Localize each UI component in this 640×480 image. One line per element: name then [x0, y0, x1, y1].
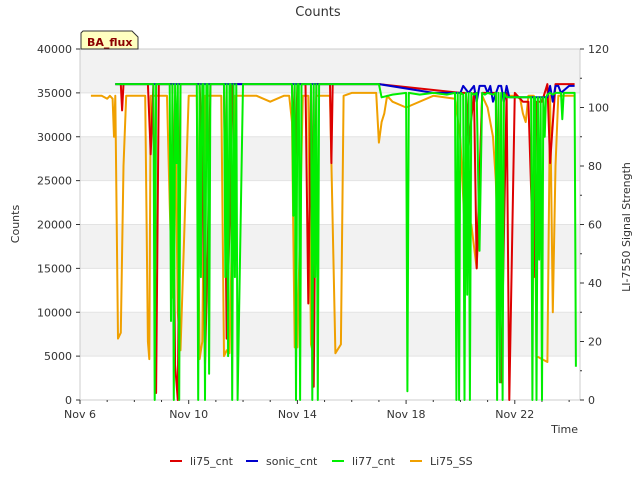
x-tick-label: Nov 14 — [278, 408, 317, 421]
y-right-tick-label: 0 — [588, 394, 595, 407]
y-left-axis-label: Counts — [9, 205, 22, 244]
y-right-tick-label: 80 — [588, 160, 602, 173]
y-left-tick-label: 5000 — [44, 350, 72, 363]
site-badge: BA_flux — [80, 30, 139, 50]
left-y-axis: 0 5000 10000 15000 20000 25000 30000 35000 40000 — [37, 43, 80, 407]
legend-label: li77_cnt — [352, 455, 396, 468]
y-right-tick-label: 20 — [588, 336, 602, 349]
x-axis-label: Time — [550, 423, 578, 436]
y-left-tick-label: 30000 — [37, 131, 72, 144]
x-tick-label: Nov 10 — [169, 408, 208, 421]
y-left-tick-label: 40000 — [37, 43, 72, 56]
chart-title: Counts — [295, 5, 341, 20]
y-left-tick-label: 15000 — [37, 262, 72, 275]
y-right-tick-label: 60 — [588, 219, 602, 232]
legend-label: Li75_SS — [430, 455, 473, 468]
legend-label: sonic_cnt — [266, 455, 318, 468]
x-axis: Nov 6 Nov 10 Nov 14 Nov 18 Nov 22 — [64, 400, 570, 421]
y-left-tick-label: 20000 — [37, 219, 72, 232]
y-left-tick-label: 25000 — [37, 175, 72, 188]
x-tick-label: Nov 22 — [495, 408, 534, 421]
y-right-tick-label: 100 — [588, 102, 609, 115]
y-left-tick-label: 10000 — [37, 306, 72, 319]
site-badge-label: BA_flux — [87, 36, 132, 49]
right-y-axis: 0 20 40 60 80 100 120 — [580, 43, 609, 407]
legend-label: li75_cnt — [190, 455, 234, 468]
counts-chart: Counts 0 5000 10000 15000 20000 25000 30000 350… — [9, 5, 633, 468]
x-tick-label: Nov 6 — [64, 408, 96, 421]
x-tick-label: Nov 18 — [387, 408, 426, 421]
y-right-tick-label: 120 — [588, 43, 609, 56]
legend: li75_cnt sonic_cnt li77_cnt Li75_SS — [170, 455, 473, 468]
y-left-tick-label: 35000 — [37, 87, 72, 100]
y-right-axis-label: LI-7550 Signal Strength — [620, 162, 633, 292]
y-right-tick-label: 40 — [588, 277, 602, 290]
y-left-tick-label: 0 — [65, 394, 72, 407]
